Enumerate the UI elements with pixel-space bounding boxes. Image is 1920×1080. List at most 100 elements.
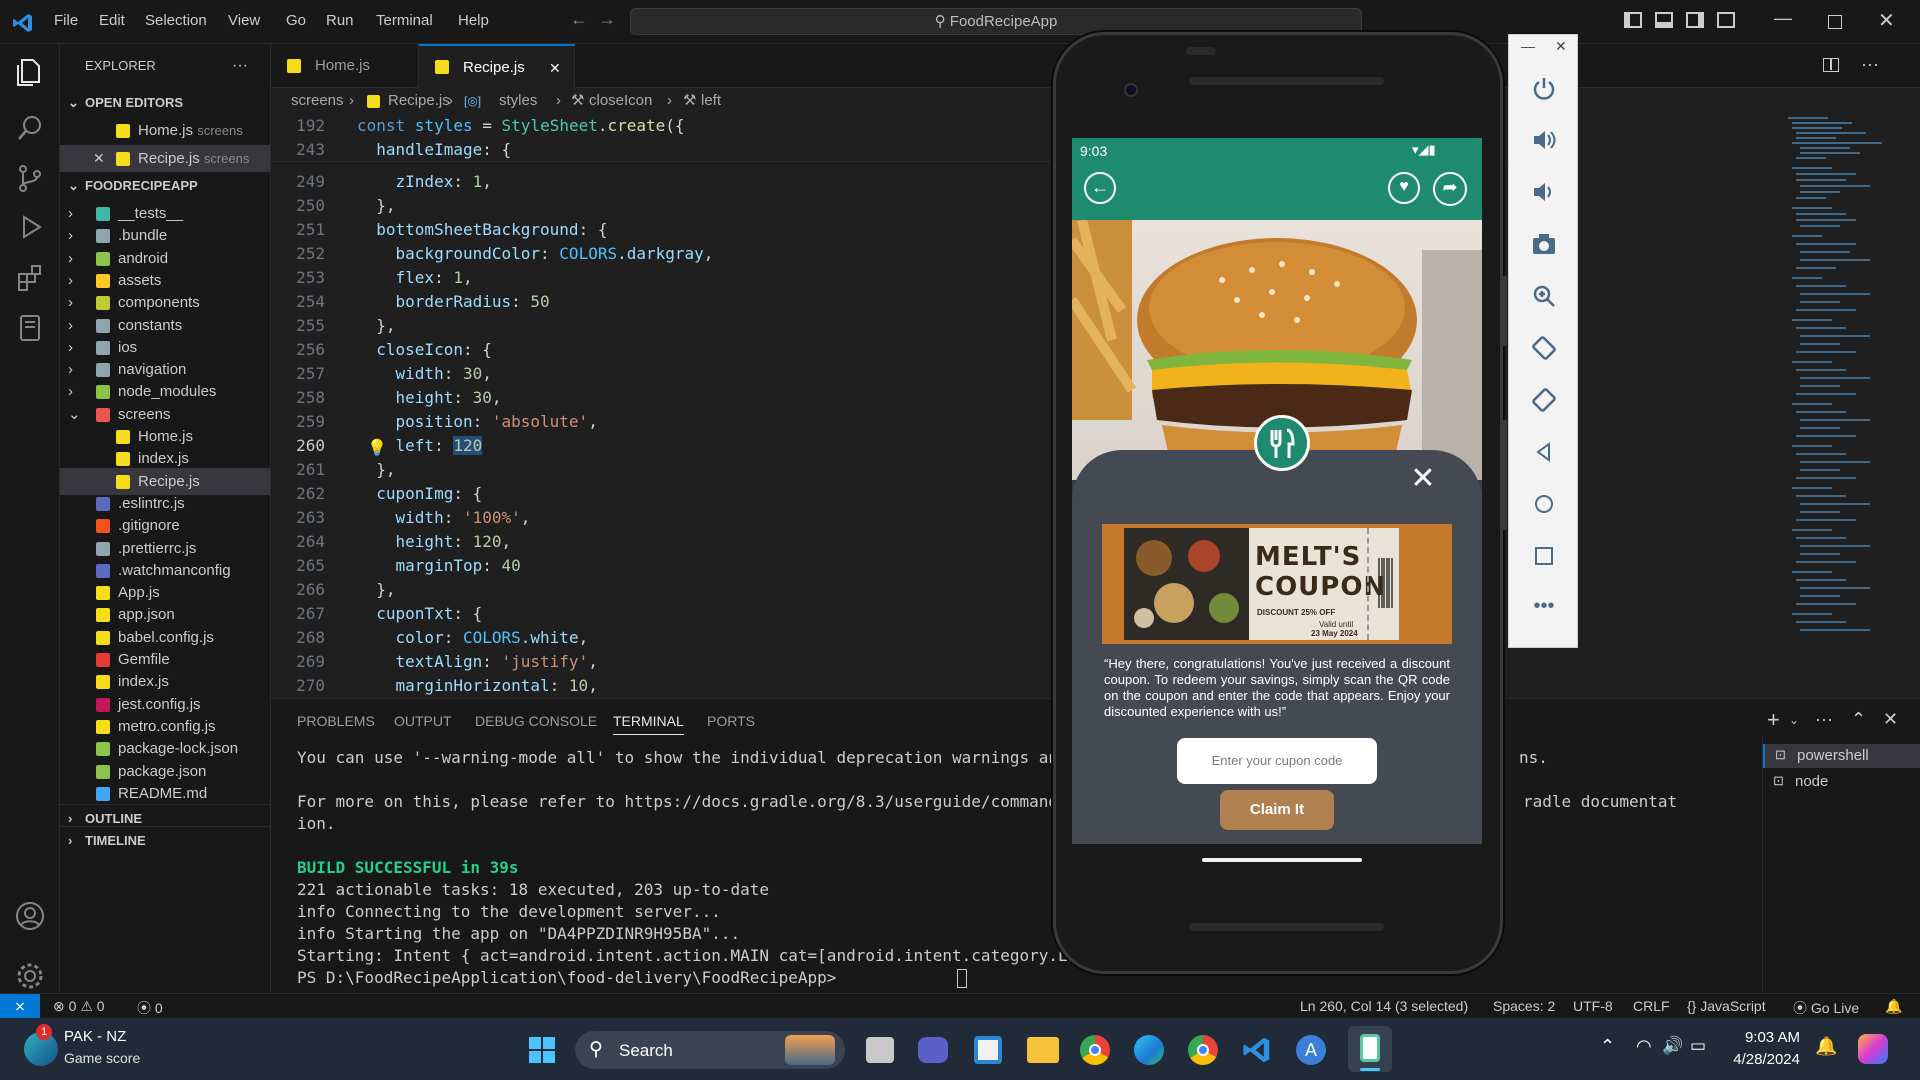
menu-terminal[interactable]: Terminal	[376, 12, 433, 29]
volume-up-icon[interactable]	[1531, 127, 1557, 153]
split-editor-icon[interactable]	[1823, 58, 1839, 72]
back-arrow-icon[interactable]: ←	[570, 9, 588, 30]
settings-gear-icon[interactable]	[12, 958, 48, 994]
timeline-section[interactable]: › TIMELINE	[60, 826, 270, 853]
overview-square-icon[interactable]	[1531, 543, 1557, 569]
vscode-taskbar-icon[interactable]	[1242, 1035, 1272, 1065]
accounts-icon[interactable]	[12, 898, 48, 934]
panel-tab-output[interactable]: OUTPUT	[394, 713, 452, 729]
breadcrumb-closeicon[interactable]: closeIcon	[589, 88, 652, 114]
open-editor-recipe[interactable]: ✕ Recipe.js screens	[60, 145, 270, 172]
clock-time[interactable]: 9:03 AM	[1720, 1029, 1800, 1046]
battery-icon[interactable]: ▭	[1690, 1036, 1706, 1056]
customize-layout-icon[interactable]	[1717, 12, 1735, 28]
run-debug-icon[interactable]	[12, 210, 48, 246]
clock-date[interactable]: 4/28/2024	[1710, 1051, 1800, 1068]
encoding[interactable]: UTF-8	[1573, 998, 1613, 1014]
ports-indicator[interactable]: ⦿ 0	[137, 998, 163, 1018]
line-ending[interactable]: CRLF	[1633, 998, 1670, 1014]
forward-arrow-icon[interactable]: →	[598, 9, 616, 30]
toggle-panel-icon[interactable]	[1655, 12, 1673, 28]
back-triangle-icon[interactable]	[1531, 439, 1557, 465]
chevron-down-icon[interactable]: ⌄	[1789, 713, 1799, 727]
claim-button[interactable]: Claim It	[1220, 790, 1334, 830]
favorite-heart-icon[interactable]: ♥	[1388, 172, 1420, 204]
rotate-right-icon[interactable]	[1531, 387, 1557, 413]
minimize-window-icon[interactable]: —	[1774, 8, 1792, 29]
tab-home[interactable]: Home.js	[271, 44, 419, 88]
gesture-navigation-bar[interactable]	[1202, 858, 1362, 862]
toggle-sidebar-icon[interactable]	[1624, 12, 1642, 28]
menu-run[interactable]: Run	[326, 12, 354, 29]
panel-tab-terminal[interactable]: TERMINAL	[613, 713, 684, 735]
windows-start-icon[interactable]	[529, 1037, 555, 1063]
chrome-profile-icon[interactable]	[1188, 1035, 1218, 1065]
wifi-icon[interactable]: ◠	[1636, 1036, 1652, 1057]
copilot-icon[interactable]	[1858, 1034, 1888, 1064]
breadcrumb-left[interactable]: left	[701, 88, 721, 114]
power-icon[interactable]	[1531, 75, 1557, 101]
widget-subtitle[interactable]: Game score	[64, 1050, 140, 1066]
volume-icon[interactable]: 🔊	[1662, 1036, 1683, 1056]
editor-more-icon[interactable]: ···	[1861, 54, 1879, 75]
explorer-icon[interactable]	[12, 54, 48, 90]
panel-tab-ports[interactable]: PORTS	[707, 713, 755, 729]
close-emulator-icon[interactable]: ✕	[1555, 38, 1567, 55]
menu-file[interactable]: File	[54, 12, 78, 29]
menu-view[interactable]: View	[228, 12, 260, 29]
panel-tab-debug-console[interactable]: DEBUG CONSOLE	[475, 713, 597, 729]
edge-icon[interactable]	[1134, 1035, 1164, 1065]
menu-selection[interactable]: Selection	[145, 12, 207, 29]
close-panel-icon[interactable]: ✕	[1883, 709, 1898, 730]
menu-help[interactable]: Help	[458, 12, 489, 29]
breadcrumb-file[interactable]: Recipe.js	[388, 88, 450, 114]
remote-explorer-icon[interactable]	[12, 310, 48, 346]
tray-overflow-icon[interactable]: ⌃	[1600, 1036, 1615, 1057]
task-view-icon[interactable]	[866, 1037, 894, 1063]
menu-go[interactable]: Go	[286, 12, 306, 29]
go-live-button[interactable]: ⦿ Go Live	[1793, 998, 1859, 1018]
more-options-icon[interactable]: •••	[1531, 595, 1557, 621]
more-actions-icon[interactable]: ···	[232, 52, 262, 79]
cursor-position[interactable]: Ln 260, Col 14 (3 selected)	[1300, 998, 1468, 1014]
indentation[interactable]: Spaces: 2	[1493, 998, 1555, 1014]
remote-indicator-icon[interactable]: ⨯	[0, 994, 40, 1018]
emulator-taskbar-item[interactable]	[1348, 1026, 1392, 1072]
toggle-secondary-sidebar-icon[interactable]	[1686, 12, 1704, 28]
tab-recipe[interactable]: Recipe.js ✕	[419, 44, 575, 88]
back-button-icon[interactable]: ←	[1084, 172, 1116, 204]
close-editor-icon[interactable]: ✕	[93, 145, 105, 172]
camera-icon[interactable]	[1531, 231, 1557, 257]
open-editor-home[interactable]: Home.js screens	[60, 117, 270, 144]
terminal-item-node[interactable]: ⊡ node	[1763, 770, 1920, 794]
widget-title[interactable]: PAK - NZ	[64, 1028, 126, 1045]
file-explorer-icon[interactable]	[1027, 1037, 1059, 1063]
breadcrumb-styles[interactable]: styles	[499, 88, 537, 114]
minimap[interactable]	[1780, 114, 1910, 654]
close-coupon-icon[interactable]: ✕	[1408, 464, 1438, 495]
menu-edit[interactable]: Edit	[99, 12, 125, 29]
minimize-emulator-icon[interactable]: —	[1521, 38, 1535, 54]
zoom-icon[interactable]	[1531, 283, 1557, 309]
problems-indicator[interactable]: ⊗ 0 ⚠ 0	[53, 998, 105, 1015]
maximize-panel-icon[interactable]: ⌃	[1851, 709, 1866, 730]
close-tab-icon[interactable]: ✕	[549, 46, 561, 90]
breadcrumb-screens[interactable]: screens	[291, 88, 344, 114]
maximize-window-icon[interactable]	[1828, 15, 1842, 29]
source-control-icon[interactable]	[12, 160, 48, 196]
terminal-item-powershell[interactable]: ⊡ powershell	[1763, 744, 1920, 768]
microsoft-store-icon[interactable]	[974, 1036, 1002, 1064]
extensions-icon[interactable]	[12, 260, 48, 296]
notifications-bell-icon[interactable]: 🔔	[1885, 998, 1902, 1015]
android-studio-icon[interactable]: A	[1296, 1035, 1326, 1065]
notification-bell-icon[interactable]: 🔔	[1815, 1036, 1837, 1057]
language-mode[interactable]: {} JavaScript	[1687, 998, 1766, 1014]
search-view-icon[interactable]	[12, 110, 48, 146]
tree-item-readme-md[interactable]: README.md	[60, 780, 270, 807]
panel-more-icon[interactable]: ···	[1815, 709, 1833, 730]
chrome-icon[interactable]	[1080, 1035, 1110, 1065]
home-circle-icon[interactable]	[1531, 491, 1557, 517]
rotate-left-icon[interactable]	[1531, 335, 1557, 361]
panel-tab-problems[interactable]: PROBLEMS	[297, 713, 375, 729]
close-window-icon[interactable]: ✕	[1878, 8, 1895, 33]
